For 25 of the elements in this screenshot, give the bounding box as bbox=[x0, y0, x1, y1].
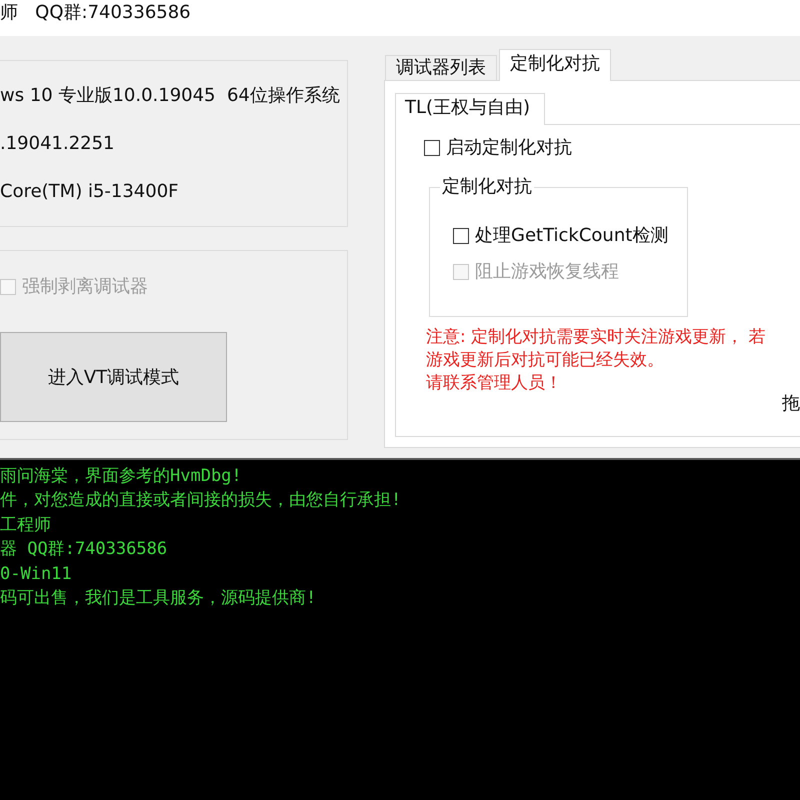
tab[interactable]: TL(王权与自由) bbox=[395, 93, 545, 125]
checkbox-label: 阻止游戏恢复线程 bbox=[475, 260, 619, 284]
console-line: 0-Win11 bbox=[0, 562, 72, 586]
tab[interactable]: 定制化对抗 bbox=[499, 49, 611, 81]
console-line: 雨问海棠，界面参考的HvmDbg! bbox=[0, 465, 242, 488]
tab[interactable]: 调试器列表 bbox=[385, 55, 497, 80]
checkbox-label: 处理GetTickCount检测 bbox=[475, 224, 668, 248]
system-info-text: .19041.2251 bbox=[0, 132, 115, 156]
system-info-text: ws 10 专业版10.0.19045 64位操作系统 bbox=[0, 84, 340, 108]
checkbox-label: 强制剥离调试器 bbox=[22, 275, 148, 299]
checkbox[interactable] bbox=[453, 228, 469, 244]
console-line: 码可出售，我们是工具服务，源码提供商! bbox=[0, 587, 316, 610]
console-line: 工程师 bbox=[0, 514, 51, 537]
console-line: 件，对您造成的直接或者间接的损失，由您自行承担! bbox=[0, 489, 402, 512]
warning-text: 注意: 定制化对抗需要实时关注游戏更新， 若 bbox=[426, 326, 766, 349]
warning-text: 请联系管理人员！ bbox=[426, 372, 562, 395]
window-title: 师 QQ群:740336586 bbox=[0, 2, 191, 24]
enter-vt-debug-button[interactable]: 进入VT调试模式 bbox=[0, 332, 227, 422]
system-info-text: Core(TM) i5-13400F bbox=[0, 180, 179, 204]
label-text: 拖 bbox=[782, 393, 800, 415]
console-line: 器 QQ群:740336586 bbox=[0, 538, 168, 562]
warning-text: 游戏更新后对抗可能已经失效。 bbox=[426, 349, 664, 372]
group-title: 定制化对抗 bbox=[441, 176, 533, 198]
checkbox-label: 启动定制化对抗 bbox=[446, 136, 572, 160]
checkbox[interactable] bbox=[424, 140, 440, 156]
